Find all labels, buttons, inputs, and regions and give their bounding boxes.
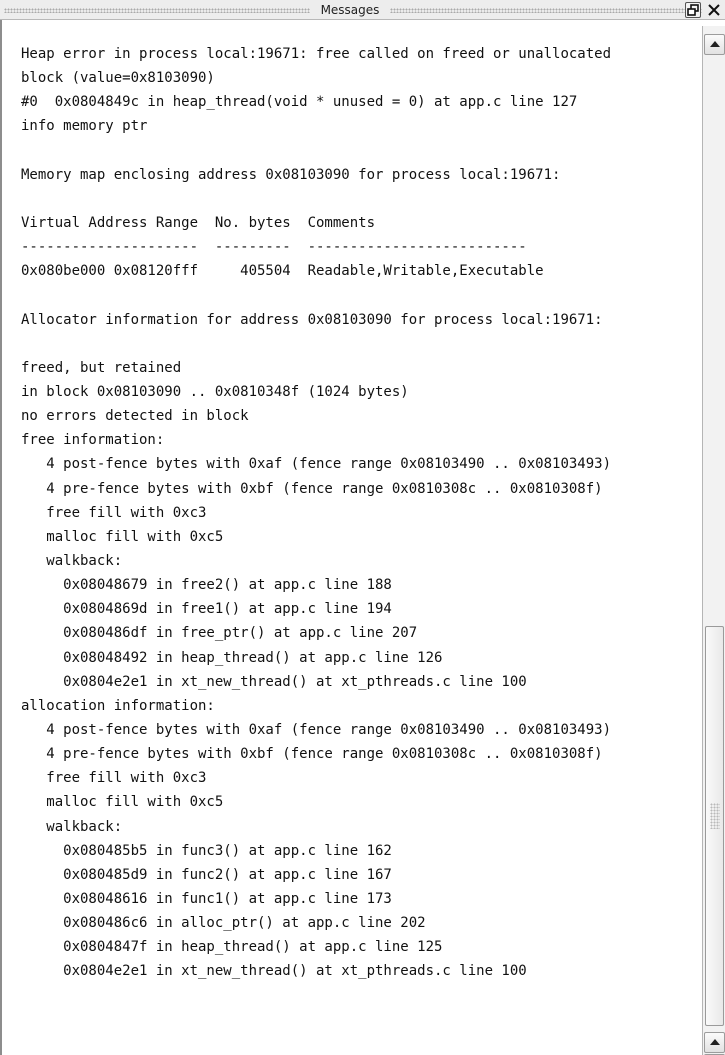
messages-window: Messages Heap error in process local:196…	[0, 0, 725, 1055]
log-line: malloc fill with 0xc5	[21, 528, 224, 545]
log-line: 4 post-fence bytes with 0xaf (fence rang…	[21, 721, 612, 738]
log-line: free fill with 0xc3	[21, 504, 207, 521]
scrollbar-thumb[interactable]	[705, 626, 724, 1026]
log-line: 0x0804e2e1 in xt_new_thread() at xt_pthr…	[21, 963, 527, 980]
log-line: 0x080be000 0x08120fff 405504 Readable,Wr…	[21, 263, 544, 280]
log-line: 0x080486c6 in alloc_ptr() at app.c line …	[21, 915, 426, 932]
log-line: freed, but retained	[21, 359, 182, 376]
log-line: --------------------- --------- --------…	[21, 239, 527, 256]
log-line: Virtual Address Range No. bytes Comments	[21, 214, 376, 231]
close-icon	[708, 4, 720, 16]
chevron-up-icon	[710, 41, 720, 47]
log-line: allocation information:	[21, 697, 215, 714]
log-line: 4 pre-fence bytes with 0xbf (fence range…	[21, 746, 603, 763]
log-line: 0x080486df in free_ptr() at app.c line 2…	[21, 625, 418, 642]
log-line: Memory map enclosing address 0x08103090 …	[21, 166, 561, 183]
restore-button[interactable]	[685, 2, 701, 18]
log-line: 4 post-fence bytes with 0xaf (fence rang…	[21, 456, 612, 473]
log-line: 0x0804869d in free1() at app.c line 194	[21, 601, 392, 618]
messages-log[interactable]: Heap error in process local:19671: free …	[21, 42, 701, 1047]
log-line: walkback:	[21, 552, 123, 569]
title-grip-right[interactable]	[390, 8, 702, 13]
log-line: 0x08048616 in func1() at app.c line 173	[21, 890, 392, 907]
log-line: walkback:	[21, 818, 123, 835]
log-line: info memory ptr	[21, 118, 148, 135]
vertical-scrollbar[interactable]	[702, 26, 725, 1055]
scroll-up-button[interactable]	[704, 34, 725, 55]
scroll-up-lower-button[interactable]	[704, 1032, 725, 1053]
log-line: 4 pre-fence bytes with 0xbf (fence range…	[21, 480, 603, 497]
title-bar[interactable]: Messages	[0, 0, 725, 20]
log-line: block (value=0x8103090)	[21, 70, 215, 87]
log-line: Allocator information for address 0x0810…	[21, 311, 603, 328]
log-line: 0x0804e2e1 in xt_new_thread() at xt_pthr…	[21, 673, 527, 690]
log-line: in block 0x08103090 .. 0x0810348f (1024 …	[21, 383, 409, 400]
log-line: 0x080485d9 in func2() at app.c line 167	[21, 866, 392, 883]
chevron-up-icon	[710, 1039, 720, 1045]
log-line: #0 0x0804849c in heap_thread(void * unus…	[21, 94, 578, 111]
window-title: Messages	[320, 3, 380, 17]
restore-icon	[687, 4, 699, 16]
log-line: free fill with 0xc3	[21, 770, 207, 787]
log-line: free information:	[21, 432, 165, 449]
log-line: malloc fill with 0xc5	[21, 794, 224, 811]
log-line: Heap error in process local:19671: free …	[21, 46, 612, 62]
left-frame	[0, 20, 19, 1055]
thumb-grip	[710, 803, 720, 829]
title-grip-left[interactable]	[4, 8, 310, 13]
log-line: 0x08048492 in heap_thread() at app.c lin…	[21, 649, 443, 666]
close-button[interactable]	[706, 2, 722, 18]
log-line: 0x080485b5 in func3() at app.c line 162	[21, 842, 392, 859]
log-line: 0x0804847f in heap_thread() at app.c lin…	[21, 939, 443, 956]
log-line: 0x08048679 in free2() at app.c line 188	[21, 577, 392, 594]
log-line: no errors detected in block	[21, 408, 249, 425]
